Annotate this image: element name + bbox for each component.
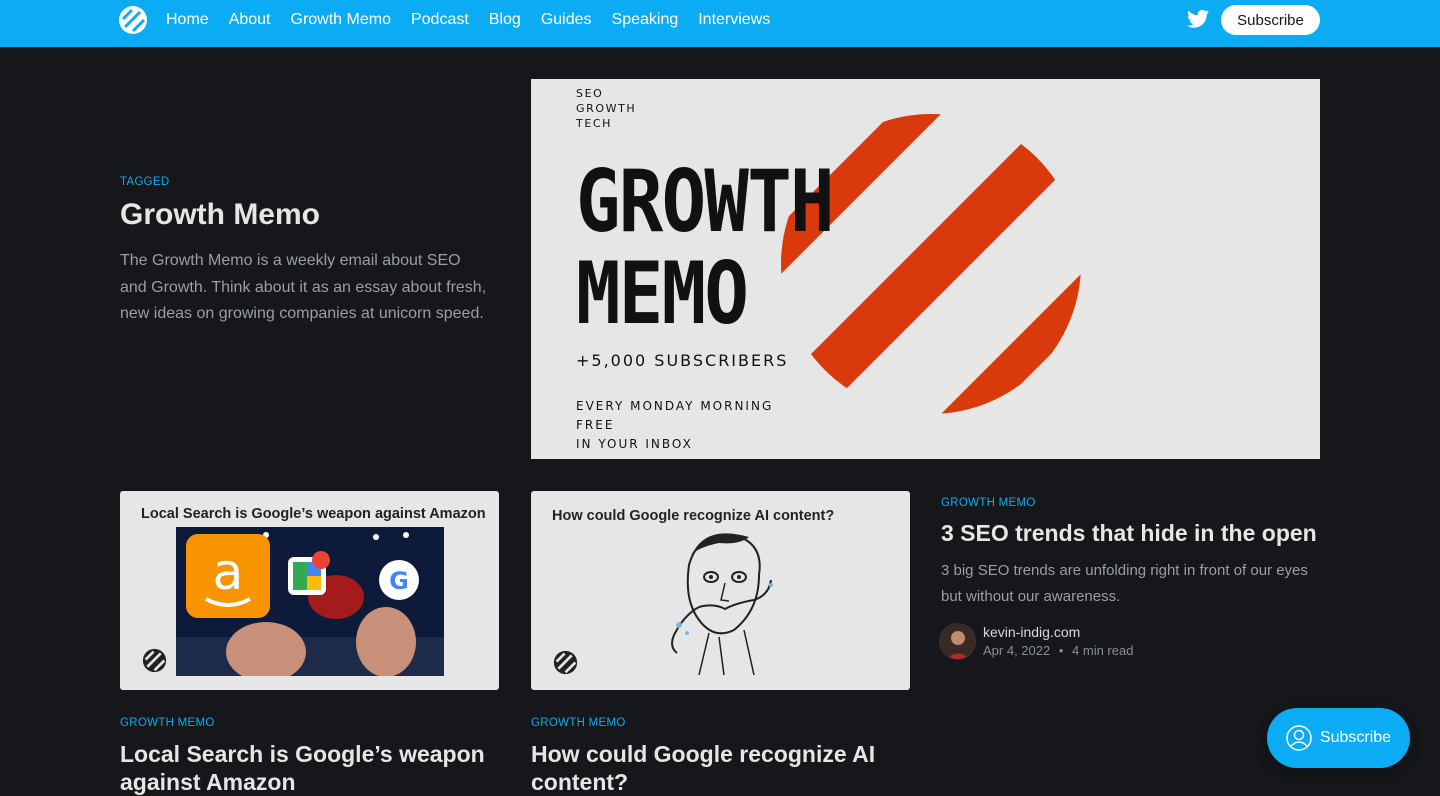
nav-about[interactable]: About	[229, 11, 271, 29]
nav-podcast[interactable]: Podcast	[411, 11, 469, 29]
floating-subscribe-label: Subscribe	[1319, 729, 1392, 746]
hero-image-line: SEO	[576, 87, 604, 100]
nav-speaking[interactable]: Speaking	[612, 11, 679, 29]
author-avatar-icon	[940, 624, 975, 659]
twitter-icon[interactable]	[1187, 9, 1209, 29]
nav-blog[interactable]: Blog	[489, 11, 521, 29]
card-tag[interactable]: GROWTH MEMO	[531, 717, 626, 729]
hero-image-line: GROWTH	[576, 102, 637, 115]
card-tag[interactable]: GROWTH MEMO	[120, 717, 215, 729]
hero-image-line: IN YOUR INBOX	[576, 437, 693, 451]
card-image-caption: Local Search is Google’s weapon against …	[141, 506, 486, 522]
floating-subscribe-button[interactable]: Subscribe	[1267, 708, 1410, 768]
card-image[interactable]: How could Google recognize AI content?	[531, 491, 910, 690]
page-title: Growth Memo	[120, 198, 320, 231]
hero-image: SEO GROWTH TECH GROWTH MEMO +5,000 SUBSC…	[531, 79, 1320, 459]
card-image-caption: How could Google recognize AI content?	[552, 508, 835, 524]
post-tag[interactable]: GROWTH MEMO	[941, 497, 1036, 509]
post-meta: Apr 4, 2022 • 4 min read	[983, 643, 1133, 658]
boxing-scene-illustration: a G	[176, 527, 444, 676]
svg-text:a: a	[213, 543, 244, 601]
hero-tag: TAGGED	[120, 176, 170, 188]
memo-logo-icon	[553, 650, 578, 675]
nav-links: Home About Growth Memo Podcast Blog Guid…	[166, 0, 790, 40]
hero-image-big-line: GROWTH	[576, 152, 835, 252]
hero-description: The Growth Memo is a weekly email about …	[120, 252, 487, 322]
card-image[interactable]: Local Search is Google’s weapon against …	[120, 491, 499, 690]
user-icon	[1286, 725, 1312, 751]
nav-subscribe-button[interactable]: Subscribe	[1221, 5, 1320, 35]
nav-home[interactable]: Home	[166, 11, 209, 29]
hero-image-subscribers: +5,000 SUBSCRIBERS	[576, 351, 789, 370]
nav-growth-memo[interactable]: Growth Memo	[291, 11, 391, 29]
card-title[interactable]: How could Google recognize AI content?	[531, 740, 910, 796]
post-date: Apr 4, 2022	[983, 643, 1051, 658]
hero-image-big-line: MEMO	[576, 244, 749, 344]
nav-guides[interactable]: Guides	[541, 11, 592, 29]
portrait-sketch-illustration	[671, 533, 773, 675]
hero-image-line: FREE	[576, 418, 615, 432]
author-name[interactable]: kevin-indig.com	[983, 624, 1080, 640]
nav-interviews[interactable]: Interviews	[698, 11, 770, 29]
logo-icon[interactable]	[119, 6, 147, 34]
post-title[interactable]: 3 SEO trends that hide in the open	[941, 519, 1321, 547]
svg-text:G: G	[389, 567, 409, 595]
read-time: 4 min read	[1072, 643, 1134, 658]
meta-separator: •	[1058, 643, 1064, 658]
hero-image-line: EVERY MONDAY MORNING	[576, 399, 774, 413]
hero-image-line: TECH	[576, 117, 613, 130]
card-title[interactable]: Local Search is Google’s weapon against …	[120, 740, 499, 796]
memo-logo-icon	[142, 648, 167, 673]
top-nav: Home About Growth Memo Podcast Blog Guid…	[0, 0, 1440, 47]
post-description: 3 big SEO trends are unfolding right in …	[941, 562, 1308, 605]
avatar[interactable]	[939, 623, 976, 660]
